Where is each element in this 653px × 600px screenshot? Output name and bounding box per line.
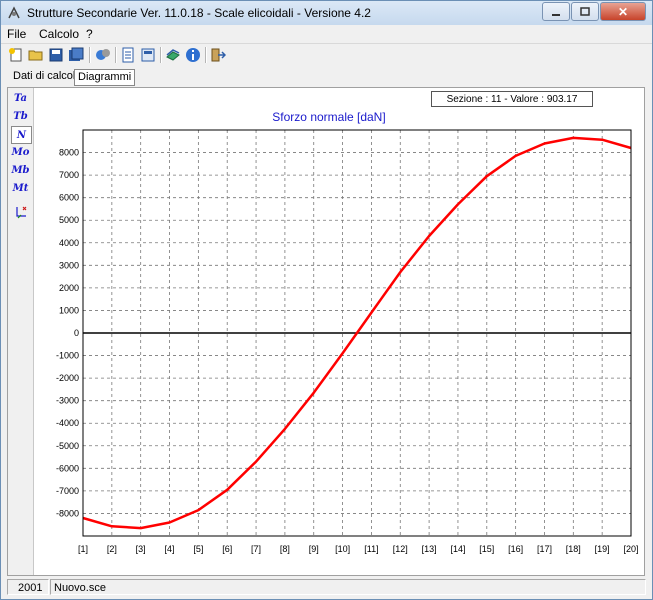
y-tick-label: -4000	[56, 418, 79, 428]
x-tick-label: [17]	[537, 544, 552, 554]
tab-strip: Dati di calcolo Diagrammi	[1, 67, 652, 87]
toolbar-separator	[160, 47, 162, 63]
report-icon	[122, 47, 134, 63]
x-tick-label: [8]	[280, 544, 290, 554]
save-button[interactable]	[47, 46, 65, 64]
y-tick-label: 0	[74, 328, 79, 338]
minimize-icon	[552, 13, 560, 16]
x-tick-label: [16]	[508, 544, 523, 554]
toolbar-separator	[89, 47, 91, 63]
exit-button[interactable]	[209, 46, 227, 64]
x-tick-label: [19]	[595, 544, 610, 554]
x-tick-label: [10]	[335, 544, 350, 554]
y-tick-label: -6000	[56, 463, 79, 473]
report-button[interactable]	[119, 46, 137, 64]
diagram-chart: Sforzo normale [daN] 8000 7000 6000 5000 400…	[56, 110, 639, 554]
status-bar: 2001 Nuovo.sce	[1, 577, 652, 598]
maximize-icon	[580, 6, 590, 16]
info-icon	[186, 48, 200, 62]
save-as-icon	[69, 47, 84, 61]
y-tick-label: 1000	[59, 305, 79, 315]
x-tick-label: [13]	[422, 544, 437, 554]
sidebar-item-n[interactable]: N	[11, 126, 32, 144]
open-folder-icon	[28, 50, 43, 61]
open-folder-button[interactable]	[27, 46, 45, 64]
y-tick-label: -7000	[56, 486, 79, 496]
x-tick-label: [15]	[479, 544, 494, 554]
y-tick-label: -5000	[56, 441, 79, 451]
new-file-icon	[9, 48, 22, 62]
axis-settings-icon	[15, 206, 26, 219]
x-tick-label: [6]	[222, 544, 232, 554]
close-icon: ✕	[617, 4, 629, 19]
status-code: 2001	[7, 579, 49, 595]
exit-icon	[211, 48, 226, 62]
x-tick-label: [2]	[107, 544, 117, 554]
x-tick-label: [11]	[364, 544, 378, 554]
sidebar-item-tb[interactable]: Tb	[11, 108, 30, 124]
y-tick-label: -1000	[56, 351, 79, 361]
calculate-icon	[96, 49, 110, 60]
menu-help[interactable]: ?	[86, 27, 93, 41]
new-file-button[interactable]	[7, 46, 25, 64]
x-tick-label: [14]	[450, 544, 465, 554]
y-tick-label: -8000	[56, 508, 79, 518]
sidebar-item-mt[interactable]: Mt	[11, 180, 30, 196]
toolbar-separator	[205, 47, 207, 63]
print-preview-button[interactable]	[139, 46, 157, 64]
sidebar-item-mb[interactable]: Mb	[11, 162, 30, 178]
y-tick-label: 6000	[59, 193, 79, 203]
print-preview-icon	[141, 48, 155, 62]
toolbar-separator	[115, 47, 117, 63]
x-tick-label: [3]	[136, 544, 146, 554]
y-tick-label: -3000	[56, 396, 79, 406]
y-tick-label: 3000	[59, 260, 79, 270]
x-tick-label: [4]	[165, 544, 175, 554]
x-tick-label: [1]	[78, 544, 88, 554]
calculate-button[interactable]	[94, 46, 112, 64]
title-bar: Strutture Secondarie Ver. 11.0.18 - Scal…	[1, 1, 652, 25]
y-tick-label: 4000	[59, 238, 79, 248]
y-tick-label: -2000	[56, 373, 79, 383]
x-tick-label: [18]	[566, 544, 581, 554]
toolbar	[1, 44, 652, 66]
y-tick-label: 2000	[59, 283, 79, 293]
diagram-panel: Ta Tb N Mo Mb Mt Sezione : 11 - Valore :…	[7, 87, 645, 576]
info-button[interactable]	[184, 46, 202, 64]
chart-title: Sforzo normale [daN]	[272, 110, 385, 124]
library-button[interactable]	[164, 46, 182, 64]
menu-calcolo[interactable]: Calcolo	[39, 27, 79, 41]
x-tick-label: [20]	[623, 544, 638, 554]
status-filename: Nuovo.sce	[50, 579, 646, 595]
menu-bar: File Calcolo ?	[1, 25, 652, 44]
minimize-button[interactable]	[542, 2, 570, 21]
sidebar-item-ta[interactable]: Ta	[11, 90, 30, 106]
save-as-button[interactable]	[67, 46, 85, 64]
close-button[interactable]: ✕	[600, 2, 646, 21]
y-axis-ticks: 8000 7000 6000 5000 4000 3000 2000 1000 0 -1000 -2…	[56, 148, 79, 519]
y-tick-label: 5000	[59, 215, 79, 225]
axis-settings-button[interactable]	[11, 204, 30, 220]
window-title: Strutture Secondarie Ver. 11.0.18 - Scal…	[27, 6, 371, 20]
window-controls: ✕	[541, 2, 646, 21]
y-tick-label: 7000	[59, 170, 79, 180]
app-icon	[8, 6, 20, 19]
main-window: Strutture Secondarie Ver. 11.0.18 - Scal…	[0, 0, 653, 600]
x-tick-label: [12]	[393, 544, 408, 554]
save-icon	[49, 48, 63, 62]
y-tick-label: 8000	[59, 148, 79, 158]
x-tick-label: [7]	[251, 544, 261, 554]
library-icon	[166, 49, 180, 61]
tab-diagrammi[interactable]: Diagrammi	[74, 69, 136, 86]
diagram-sidebar: Ta Tb N Mo Mb Mt	[8, 88, 34, 575]
x-axis-ticks: [1] [2] [3] [4] [5] [6] [7] [8] [9] [10] [11] [12] […	[78, 544, 639, 554]
x-tick-label: [5]	[193, 544, 203, 554]
x-tick-label: [9]	[309, 544, 319, 554]
menu-file[interactable]: File	[7, 27, 26, 41]
sidebar-item-mo[interactable]: Mo	[11, 144, 30, 160]
maximize-button[interactable]	[571, 2, 599, 21]
